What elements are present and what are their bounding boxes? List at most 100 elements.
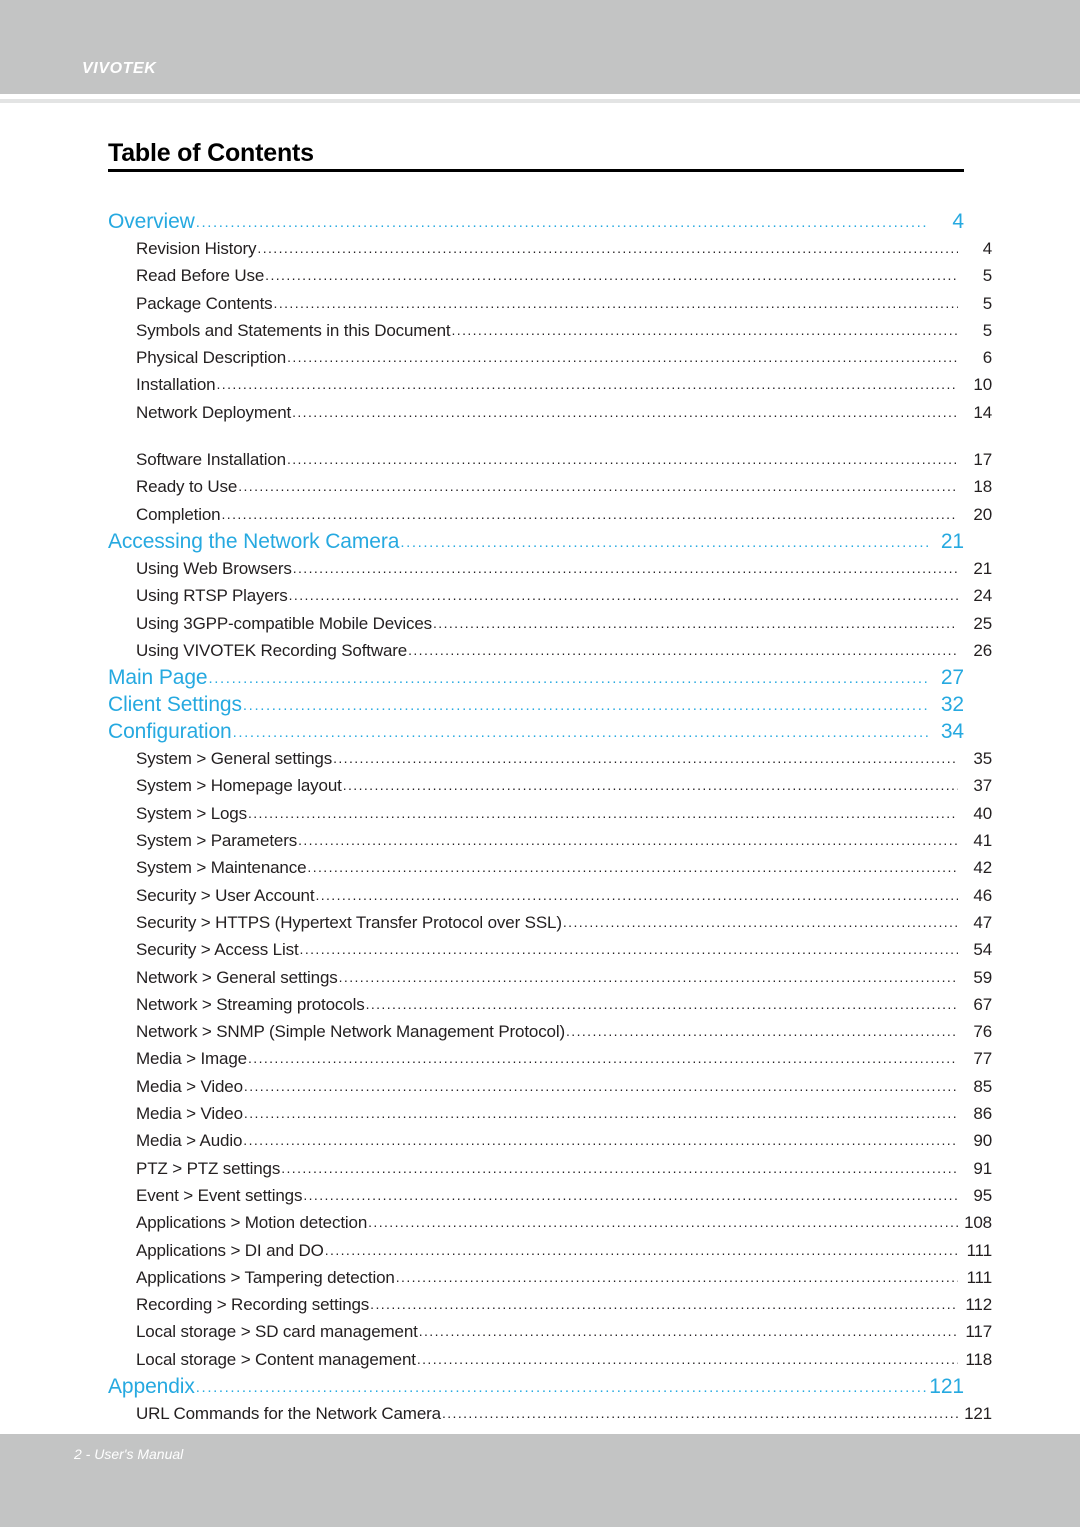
toc-sub-entry[interactable]: Local storage > SD card management......… [108, 1318, 992, 1345]
toc-sub-entry[interactable]: Using 3GPP-compatible Mobile Devices....… [108, 610, 992, 637]
toc-dot-leader: ........................................… [368, 1214, 958, 1231]
toc-entry-label: Revision History [136, 239, 257, 258]
toc-dot-leader: ........................................… [299, 941, 958, 958]
toc-page-number: 20 [973, 504, 992, 524]
toc-sub-entry[interactable]: System > Homepage layout ...............… [108, 772, 992, 799]
toc-sub-entry[interactable]: System > Logs ..........................… [108, 800, 992, 827]
vivotek-logo: VIVOTEK [82, 60, 157, 77]
toc-entry-label: Accessing the Network Camera [108, 529, 400, 553]
toc-sub-entry[interactable]: Software Installation ..................… [108, 446, 992, 473]
toc-page-number: 34 [940, 720, 964, 744]
toc-dot-leader: ........................................… [307, 859, 958, 876]
toc-sub-entry[interactable]: Media > Video ..........................… [108, 1073, 992, 1100]
toc-entry-label: Ready to Use [136, 477, 238, 497]
toc-sub-entry[interactable]: PTZ > PTZ settings .....................… [108, 1155, 992, 1182]
toc-sub-entry[interactable]: Symbols and Statements in this Document.… [108, 317, 992, 344]
toc-sub-entry[interactable]: Using VIVOTEK Recording Software .......… [108, 637, 992, 664]
toc-page-number: 18 [973, 477, 992, 497]
toc-page-number: 85 [973, 1076, 992, 1096]
toc-sub-entry[interactable]: Read Before Use.........................… [108, 262, 992, 289]
toc-entry-label: Appendix [108, 1374, 195, 1398]
toc-sub-entry[interactable]: Security > HTTPS (Hypertext Transfer Pro… [108, 909, 992, 936]
toc-dot-leader: ........................................… [433, 614, 958, 631]
toc-sub-entry[interactable]: Event > Event settings..................… [108, 1182, 992, 1209]
toc-section-entry[interactable]: Configuration...........................… [108, 718, 964, 745]
toc-page-number: 54 [973, 940, 992, 960]
toc-entry-label: Applications > Motion detection [136, 1213, 368, 1233]
toc-sub-entry[interactable]: URL Commands for the Network Camera.....… [108, 1400, 992, 1427]
toc-entry-label: Using VIVOTEK Recording Software [136, 640, 408, 660]
toc-section-entry[interactable]: Appendix ...............................… [108, 1373, 964, 1400]
toc-page-number: 111 [966, 1267, 993, 1287]
toc-sub-entry[interactable]: Media > Video ..........................… [108, 1100, 992, 1127]
toc-spacer [108, 426, 964, 446]
toc-sub-entry[interactable]: Using RTSP Players......................… [108, 582, 992, 609]
toc-dot-leader: ........................................… [562, 913, 958, 930]
toc-sub-entry[interactable]: Media > Audio...........................… [108, 1127, 992, 1154]
toc-sub-entry[interactable]: Security > User Account.................… [108, 882, 992, 909]
toc-sub-entry[interactable]: Revision History .......................… [108, 235, 992, 262]
toc-dot-leader: ........................................… [416, 1350, 958, 1367]
toc-page-number: 35 [973, 749, 992, 769]
toc-dot-leader: ........................................… [286, 451, 958, 468]
toc-dot-leader: ........................................… [298, 832, 958, 849]
toc-dot-leader: ........................................… [365, 995, 958, 1012]
toc-dot-leader: ........................................… [418, 1323, 958, 1340]
toc-sub-entry[interactable]: Network > SNMP (Simple Network Managemen… [108, 1018, 992, 1045]
toc-section-entry[interactable]: Overview................................… [108, 208, 964, 235]
toc-entry-label: Security > User Account [136, 885, 315, 905]
toc-entry-label: System > Homepage layout [136, 776, 342, 796]
toc-entry-label: Completion [136, 504, 221, 524]
toc-page-number: 41 [973, 831, 992, 851]
toc-entry-label: System > Logs [136, 803, 247, 823]
toc-page-number: 46 [973, 885, 992, 905]
toc-entry-label: Using Web Browsers [136, 558, 292, 578]
toc-page-number: 24 [973, 586, 992, 606]
toc-sub-entry[interactable]: System > Parameters ....................… [108, 827, 992, 854]
toc-sub-entry[interactable]: Local storage > Content management......… [108, 1346, 992, 1373]
toc-sub-entry[interactable]: Security > Access List .................… [108, 936, 992, 963]
toc-page-number: 67 [973, 994, 992, 1014]
toc-dot-leader: ........................................… [288, 587, 958, 604]
toc-page-number: 111 [966, 1240, 993, 1260]
toc-entry-label: Media > Video [136, 1104, 243, 1124]
toc-section-entry[interactable]: Main Page...............................… [108, 664, 964, 691]
title-underline-rule [108, 169, 964, 172]
toc-dot-leader: ........................................… [566, 1023, 958, 1040]
toc-sub-entry[interactable]: Network > General settings..............… [108, 964, 992, 991]
toc-page-number: 27 [940, 666, 964, 690]
toc-entry-label: Installation [136, 375, 216, 395]
toc-section-entry[interactable]: Client Settings.........................… [108, 691, 964, 718]
toc-dot-leader: ........................................… [195, 214, 929, 231]
toc-sub-entry[interactable]: Completion .............................… [108, 501, 992, 528]
toc-sub-entry[interactable]: Physical Description ...................… [108, 344, 992, 371]
toc-page-number: 59 [973, 967, 992, 987]
toc-sub-entry[interactable]: System > General settings ..............… [108, 745, 992, 772]
toc-sub-entry[interactable]: Media > Image ..........................… [108, 1045, 992, 1072]
toc-sub-entry[interactable]: Installation ...........................… [108, 371, 992, 398]
toc-sub-entry[interactable]: Using Web Browsers .....................… [108, 555, 992, 582]
toc-dot-leader: ........................................… [247, 1050, 958, 1067]
toc-entry-label: Using 3GPP-compatible Mobile Devices [136, 613, 433, 633]
toc-page-number: 121 [929, 1374, 964, 1398]
toc-page-number: 25 [973, 613, 992, 633]
toc-sub-entry[interactable]: Network Deployment .....................… [108, 399, 992, 426]
toc-page-number: 86 [973, 1104, 992, 1124]
toc-sub-entry[interactable]: Applications > Motion detection.........… [108, 1209, 992, 1236]
toc-sub-entry[interactable]: Ready to Use............................… [108, 473, 992, 500]
toc-sub-entry[interactable]: System > Maintenance....................… [108, 854, 992, 881]
toc-page-number: 4 [952, 210, 964, 233]
toc-dot-leader: ........................................… [281, 1159, 958, 1176]
toc-page-number: 112 [965, 1295, 992, 1315]
toc-sub-entry[interactable]: Applications > Tampering detection .....… [108, 1264, 992, 1291]
toc-sub-entry[interactable]: Package Contents .......................… [108, 290, 992, 317]
toc-dot-leader: ........................................… [338, 968, 958, 985]
page-header-band [0, 0, 1080, 94]
toc-entry-label: Local storage > Content management [136, 1349, 416, 1369]
toc-page-number: 14 [973, 402, 992, 422]
toc-sub-entry[interactable]: Network > Streaming protocols ..........… [108, 991, 992, 1018]
footer-page-label: 2 - User's Manual [74, 1446, 184, 1462]
toc-sub-entry[interactable]: Recording > Recording settings .........… [108, 1291, 992, 1318]
toc-section-entry[interactable]: Accessing the Network Camera............… [108, 528, 964, 555]
toc-sub-entry[interactable]: Applications > DI and DO ...............… [108, 1237, 992, 1264]
